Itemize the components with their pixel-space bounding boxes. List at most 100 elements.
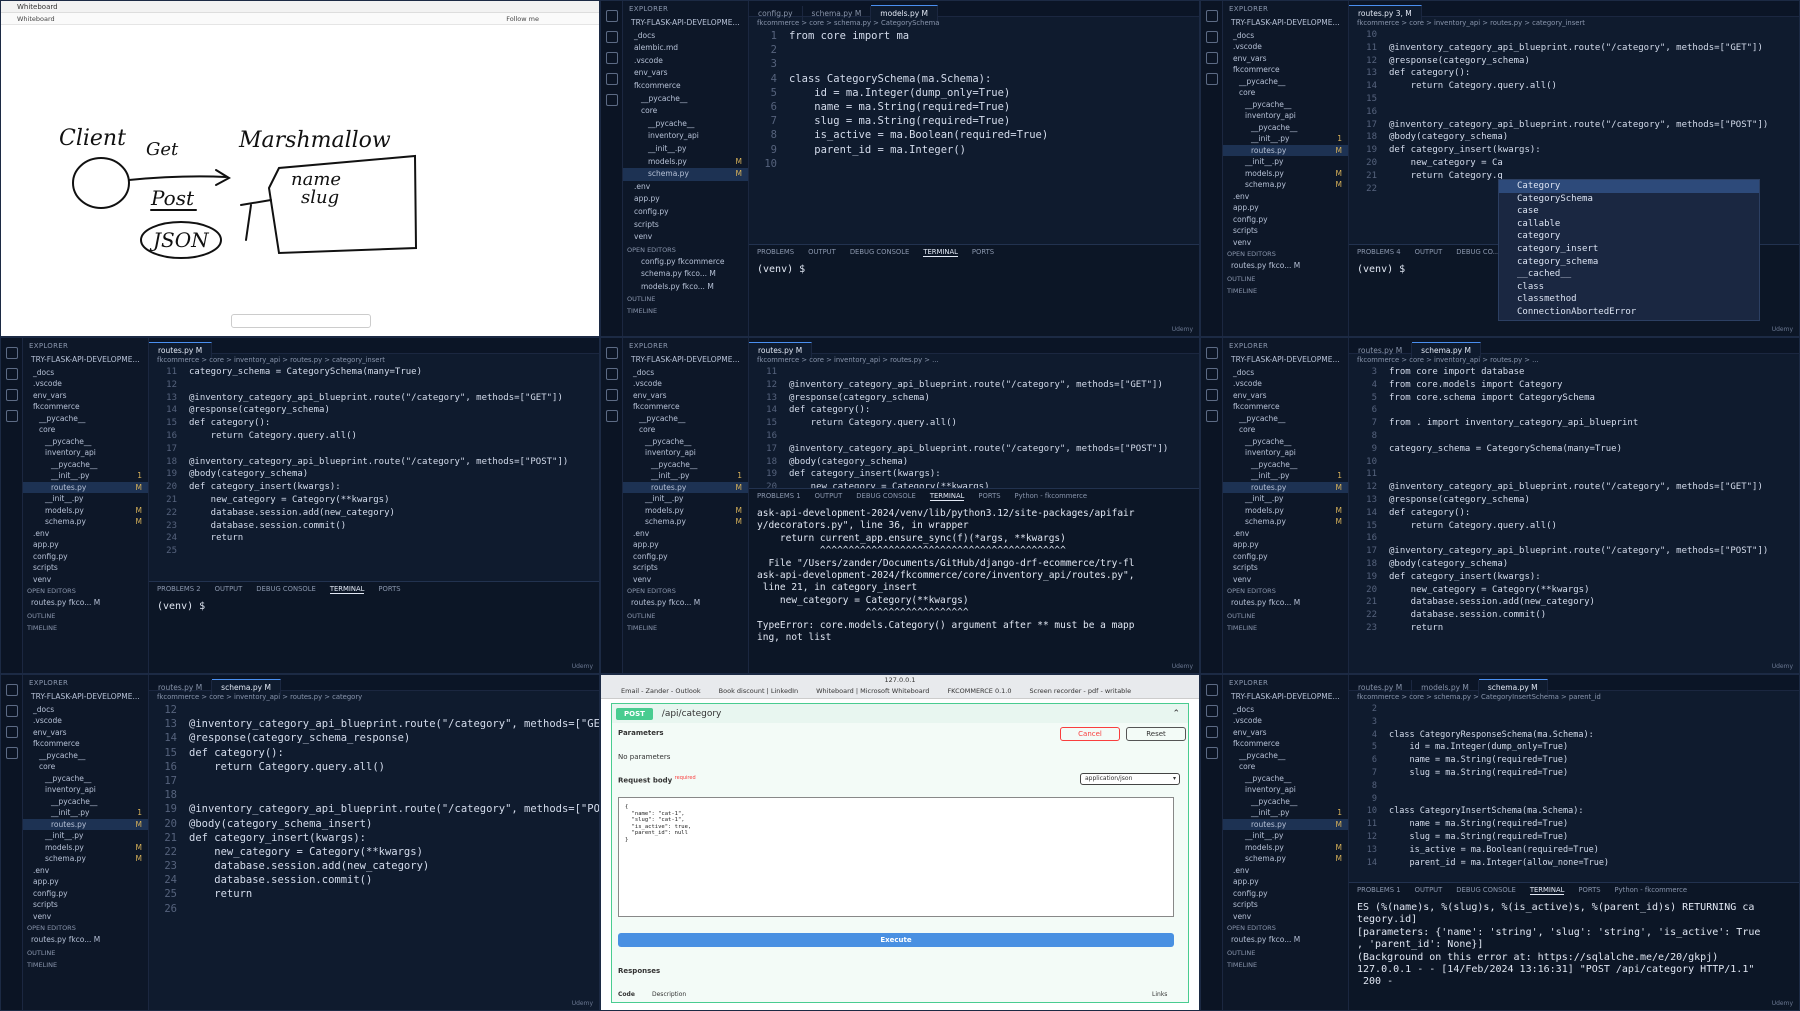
tree-item[interactable]: __init__.py 1 bbox=[23, 807, 148, 819]
tree-item[interactable]: routes.py M bbox=[1223, 481, 1348, 494]
tree-item[interactable]: models.py M bbox=[23, 842, 148, 854]
source-control-icon[interactable] bbox=[605, 389, 618, 401]
address-bar[interactable]: 127.0.0.1 bbox=[601, 675, 1199, 686]
tree-item[interactable]: app.py bbox=[1223, 202, 1348, 214]
tree-item[interactable]: venv bbox=[1223, 911, 1348, 923]
run-icon[interactable] bbox=[5, 410, 18, 422]
tree-item[interactable]: config.py bbox=[623, 551, 748, 563]
outline-header[interactable]: OUTLINE bbox=[23, 610, 148, 622]
tree-item[interactable]: __init__.py 1 bbox=[23, 470, 148, 482]
tree-item[interactable]: __pycache__ bbox=[1223, 413, 1348, 425]
tree-item[interactable]: __pycache__ bbox=[1223, 459, 1348, 471]
tree-item[interactable]: models.py M bbox=[1223, 842, 1348, 854]
open-editors-header[interactable]: OPEN EDITORS bbox=[1223, 585, 1348, 597]
terminal-tab[interactable]: TERMINAL bbox=[1529, 886, 1565, 895]
tree-item[interactable]: env_vars bbox=[23, 390, 148, 402]
terminal-tab[interactable]: PORTS bbox=[978, 492, 1000, 500]
tree-item[interactable]: inventory_api bbox=[23, 784, 148, 796]
tree-item[interactable]: scripts bbox=[1223, 225, 1348, 237]
outline-header[interactable]: OUTLINE bbox=[1223, 947, 1348, 959]
terminal-tab[interactable]: OUTPUT bbox=[1415, 248, 1443, 256]
code-editor[interactable]: 10 11 @inventory_category_api_blueprint.ro… bbox=[1349, 29, 1799, 195]
explorer-root[interactable]: TRY-FLASK-API-DEVELOPME... bbox=[623, 354, 748, 367]
tree-item[interactable]: .env bbox=[623, 181, 748, 194]
open-editor-item[interactable]: routes.py fkco... M bbox=[23, 934, 148, 947]
tree-item[interactable]: venv bbox=[23, 911, 148, 923]
terminal-tab[interactable]: DEBUG CONSOLE bbox=[856, 492, 916, 500]
files-icon[interactable] bbox=[5, 347, 18, 359]
breadcrumb[interactable]: fkcommerce > core > inventory_api > rout… bbox=[149, 691, 599, 703]
open-editor-item[interactable]: routes.py fkco... M bbox=[1223, 260, 1348, 273]
tree-item[interactable]: __pycache__ bbox=[623, 436, 748, 448]
tree-item[interactable]: config.py bbox=[1223, 214, 1348, 226]
tree-item[interactable]: core bbox=[1223, 424, 1348, 436]
open-editors-header[interactable]: OPEN EDITORS bbox=[623, 585, 748, 597]
terminal-tab[interactable]: PROBLEMS 1 bbox=[757, 492, 801, 500]
search-icon[interactable] bbox=[1205, 705, 1218, 717]
tree-item[interactable]: core bbox=[23, 761, 148, 773]
whiteboard-canvas[interactable]: Client Get Marshmallow Post JSON name sl… bbox=[1, 25, 600, 325]
pen-toolbar[interactable] bbox=[231, 314, 371, 328]
autocomplete-item[interactable]: category_insert bbox=[1499, 243, 1759, 256]
outline-header[interactable]: OUTLINE bbox=[23, 947, 148, 959]
tree-item[interactable]: __init__.py bbox=[1223, 830, 1348, 842]
autocomplete-item[interactable]: __cached__ bbox=[1499, 268, 1759, 281]
run-icon[interactable] bbox=[1205, 73, 1218, 85]
open-editor-item[interactable]: routes.py fkco... M bbox=[623, 597, 748, 610]
terminal-tab[interactable]: TERMINAL bbox=[923, 248, 958, 257]
explorer-root[interactable]: TRY-FLASK-API-DEVELOPME... bbox=[23, 354, 148, 367]
files-icon[interactable] bbox=[1205, 347, 1218, 359]
open-editor-item[interactable]: config.py fkcommerce bbox=[623, 256, 748, 269]
outline-header[interactable]: OUTLINE bbox=[1223, 610, 1348, 622]
tree-item[interactable]: config.py bbox=[1223, 888, 1348, 900]
tree-item[interactable]: scripts bbox=[623, 219, 748, 232]
explorer-root[interactable]: TRY-FLASK-API-DEVELOPME... bbox=[1223, 354, 1348, 367]
tree-item[interactable]: __pycache__ bbox=[23, 750, 148, 762]
terminal-output[interactable]: (venv) $ bbox=[149, 597, 599, 618]
terminal-tab[interactable]: PORTS bbox=[1578, 886, 1600, 894]
tree-item[interactable]: __pycache__ bbox=[23, 413, 148, 425]
extensions-icon[interactable] bbox=[605, 94, 618, 106]
tree-item[interactable]: schema.py M bbox=[23, 853, 148, 865]
tree-item[interactable]: core bbox=[623, 105, 748, 118]
tree-item[interactable]: routes.py M bbox=[623, 481, 748, 494]
tree-item[interactable]: config.py bbox=[623, 206, 748, 219]
tree-item[interactable]: .vscode bbox=[1223, 715, 1348, 727]
source-control-icon[interactable] bbox=[5, 389, 18, 401]
tree-item[interactable]: schema.py M bbox=[1223, 516, 1348, 528]
run-icon[interactable] bbox=[1205, 747, 1218, 759]
run-icon[interactable] bbox=[5, 747, 18, 759]
source-control-icon[interactable] bbox=[5, 726, 18, 738]
tree-item[interactable]: fkcommerce bbox=[623, 401, 748, 413]
outline-header[interactable]: OUTLINE bbox=[1223, 273, 1348, 285]
breadcrumb[interactable]: fkcommerce > core > inventory_api > rout… bbox=[149, 354, 599, 366]
tree-item[interactable]: .vscode bbox=[23, 378, 148, 390]
code-editor[interactable]: 2 3 4 class CategoryResponseSchema(ma.Schem… bbox=[1349, 703, 1799, 869]
run-icon[interactable] bbox=[605, 73, 618, 85]
tree-item[interactable]: venv bbox=[23, 574, 148, 586]
tree-item[interactable]: __pycache__ bbox=[1223, 76, 1348, 88]
terminal-tab[interactable]: TERMINAL bbox=[929, 492, 965, 501]
tree-item[interactable]: .env bbox=[1223, 191, 1348, 203]
tree-item[interactable]: schema.py M bbox=[1223, 853, 1348, 865]
tree-item[interactable]: venv bbox=[1223, 574, 1348, 586]
tree-item[interactable]: .env bbox=[623, 528, 748, 540]
tree-item[interactable]: __init__.py 1 bbox=[1223, 807, 1348, 819]
cancel-button[interactable]: Cancel bbox=[1060, 727, 1120, 741]
timeline-header[interactable]: TIMELINE bbox=[1223, 959, 1348, 971]
timeline-header[interactable]: TIMELINE bbox=[623, 622, 748, 634]
timeline-header[interactable]: TIMELINE bbox=[1223, 285, 1348, 297]
autocomplete-item[interactable]: classmethod bbox=[1499, 293, 1759, 306]
open-editor-item[interactable]: routes.py fkco... M bbox=[1223, 597, 1348, 610]
tree-item[interactable]: _docs bbox=[23, 704, 148, 716]
timeline-header[interactable]: TIMELINE bbox=[1223, 622, 1348, 634]
tree-item[interactable]: .vscode bbox=[23, 715, 148, 727]
terminal-tab[interactable]: PROBLEMS 1 bbox=[1357, 886, 1401, 894]
search-icon[interactable] bbox=[5, 705, 18, 717]
operation-header[interactable]: POST /api/category ⌃ bbox=[611, 703, 1189, 723]
tree-item[interactable]: app.py bbox=[1223, 539, 1348, 551]
open-editor-item[interactable]: schema.py fkco... M bbox=[623, 268, 748, 281]
tree-item[interactable]: .vscode bbox=[623, 55, 748, 68]
tree-item[interactable]: inventory_api bbox=[23, 447, 148, 459]
tree-item[interactable]: app.py bbox=[1223, 876, 1348, 888]
